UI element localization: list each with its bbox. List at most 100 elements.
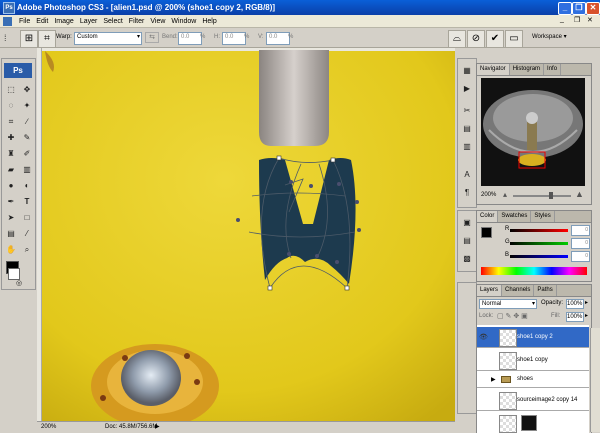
color-spectrum-bar[interactable] — [481, 267, 587, 275]
tab-histogram[interactable]: Histogram — [510, 64, 545, 75]
layer-name[interactable]: shoe1 copy 2 — [517, 334, 553, 340]
fill-arrow-icon[interactable]: ▸ — [585, 312, 588, 319]
navigator-zoom-handle[interactable] — [549, 192, 553, 199]
layer-group-row[interactable]: ▶ shoes — [477, 373, 589, 388]
status-menu-arrow-icon[interactable]: ▶ — [155, 422, 160, 432]
eye-icon[interactable]: 👁 — [479, 334, 488, 341]
v-distort-input[interactable]: 0.0 — [266, 32, 290, 45]
gradient-tool-icon[interactable]: ▥ — [20, 163, 34, 177]
menu-file[interactable]: File — [16, 15, 33, 28]
canvas-window[interactable] — [37, 48, 455, 425]
layer-name[interactable]: shoes — [517, 376, 533, 382]
h-distort-input[interactable]: 0.0 — [222, 32, 246, 45]
green-slider[interactable] — [510, 242, 568, 245]
pen-tool-icon[interactable]: ✒ — [4, 195, 18, 209]
bend-input[interactable]: 0.0 — [178, 32, 202, 45]
opacity-input[interactable]: 100% — [566, 299, 584, 309]
rectangle-tool-icon[interactable]: □ — [20, 211, 34, 225]
zoom-out-icon[interactable]: ▴ — [503, 190, 507, 199]
tab-paths[interactable]: Paths — [534, 285, 557, 296]
transform-icon[interactable]: ⊞ — [20, 30, 38, 48]
fill-input[interactable]: 100% — [566, 312, 584, 322]
close-button[interactable]: ✕ — [586, 2, 600, 15]
layers-scrollbar[interactable] — [590, 328, 600, 432]
menu-image[interactable]: Image — [51, 15, 76, 28]
warp-toggle-icon[interactable]: ⌓ — [448, 30, 466, 48]
warp-mode-icon[interactable]: ⌗ — [38, 30, 56, 48]
blue-slider[interactable] — [510, 255, 568, 258]
lock-icons[interactable]: ▢ ✎ ✥ ▣ — [497, 312, 528, 320]
red-slider[interactable] — [510, 229, 568, 232]
menu-filter[interactable]: Filter — [126, 15, 148, 28]
brushes-panel-icon[interactable]: ▤ — [461, 123, 473, 135]
menu-window[interactable]: Window — [168, 15, 199, 28]
document-icon[interactable] — [3, 17, 12, 26]
styles-panel-icon[interactable]: ▩ — [461, 253, 473, 265]
eraser-tool-icon[interactable]: ▰ — [4, 163, 18, 177]
workspace-menu[interactable]: Workspace ▾ — [532, 32, 567, 43]
screen-mode-icon[interactable] — [8, 268, 20, 280]
zoom-tool-icon[interactable]: ⌕ — [20, 243, 34, 257]
zoom-in-icon[interactable]: ▲ — [575, 189, 584, 199]
blue-value[interactable]: 0 — [571, 251, 590, 262]
blur-tool-icon[interactable]: ● — [4, 179, 18, 193]
type-tool-icon[interactable]: T — [20, 195, 34, 209]
crop-tool-icon[interactable]: ⌗ — [4, 115, 18, 129]
tab-layers[interactable]: Layers — [477, 285, 503, 296]
layer-row[interactable]: sourceimage2 copy 14 — [477, 390, 589, 411]
history-brush-tool-icon[interactable]: ✐ — [20, 147, 34, 161]
doc-restore-button[interactable]: ❐ — [574, 16, 580, 24]
bridge-icon[interactable]: ▭ — [505, 30, 523, 48]
tab-navigator[interactable]: Navigator — [477, 64, 510, 75]
menu-edit[interactable]: Edit — [33, 15, 51, 28]
actions-panel-icon[interactable]: ▶ — [461, 83, 473, 95]
tab-styles[interactable]: Styles — [531, 211, 555, 222]
swatches-panel-icon[interactable]: ▤ — [461, 235, 473, 247]
layer-row[interactable] — [477, 413, 589, 433]
warp-style-select[interactable]: Custom ▾ — [74, 32, 142, 45]
move-tool-icon[interactable]: ✥ — [20, 83, 34, 97]
tab-swatches[interactable]: Swatches — [498, 211, 532, 222]
slice-tool-icon[interactable]: ∕ — [20, 115, 34, 129]
color-foreground-swatch[interactable] — [481, 227, 492, 238]
layer-row[interactable]: 👁 shoe1 copy 2 — [477, 327, 589, 348]
history-panel-icon[interactable]: ▦ — [461, 65, 473, 77]
navigator-zoom-slider[interactable] — [513, 195, 571, 197]
layer-row[interactable]: shoe1 copy — [477, 350, 589, 371]
commit-transform-icon[interactable]: ✔ — [486, 30, 504, 48]
doc-close-button[interactable]: ✕ — [587, 16, 593, 24]
notes-tool-icon[interactable]: ▤ — [4, 227, 18, 241]
zoom-level[interactable]: 200% — [41, 422, 56, 432]
paragraph-panel-icon[interactable]: ¶ — [461, 187, 473, 199]
clone-stamp-tool-icon[interactable]: ♜ — [4, 147, 18, 161]
navigator-preview[interactable] — [481, 78, 585, 186]
path-selection-tool-icon[interactable]: ➤ — [4, 211, 18, 225]
cancel-transform-icon[interactable]: ⊘ — [467, 30, 485, 48]
document-canvas[interactable] — [37, 48, 455, 425]
doc-minimize-button[interactable]: _ — [560, 16, 564, 23]
brush-tool-icon[interactable]: ✎ — [20, 131, 34, 145]
tab-color[interactable]: Color — [477, 211, 499, 222]
color-panel-icon[interactable]: ▣ — [461, 217, 473, 229]
red-value[interactable]: 0 — [571, 225, 590, 236]
navigator-zoom[interactable]: 200% — [481, 192, 496, 198]
layer-name[interactable]: shoe1 copy — [517, 357, 548, 363]
orientation-icon[interactable]: ⇆ — [145, 32, 159, 43]
tool-presets-icon[interactable]: ✂ — [461, 105, 473, 117]
hand-tool-icon[interactable]: ✋ — [4, 243, 18, 257]
green-value[interactable]: 0 — [571, 238, 590, 249]
dodge-tool-icon[interactable]: ◐ — [20, 179, 34, 193]
opacity-arrow-icon[interactable]: ▸ — [585, 299, 588, 306]
expand-arrow-icon[interactable]: ▶ — [491, 376, 496, 383]
menu-help[interactable]: Help — [199, 15, 219, 28]
layer-name[interactable]: sourceimage2 copy 14 — [517, 397, 577, 403]
minimize-button[interactable]: _ — [558, 2, 572, 15]
menu-view[interactable]: View — [147, 15, 168, 28]
marquee-tool-icon[interactable]: ⬚ — [4, 83, 18, 97]
menu-layer[interactable]: Layer — [77, 15, 101, 28]
tab-channels[interactable]: Channels — [502, 285, 535, 296]
lasso-tool-icon[interactable]: ◌ — [4, 99, 18, 113]
maximize-button[interactable]: ❐ — [572, 2, 586, 15]
magic-wand-tool-icon[interactable]: ✦ — [20, 99, 34, 113]
eyedropper-tool-icon[interactable]: ⁄ — [20, 227, 34, 241]
